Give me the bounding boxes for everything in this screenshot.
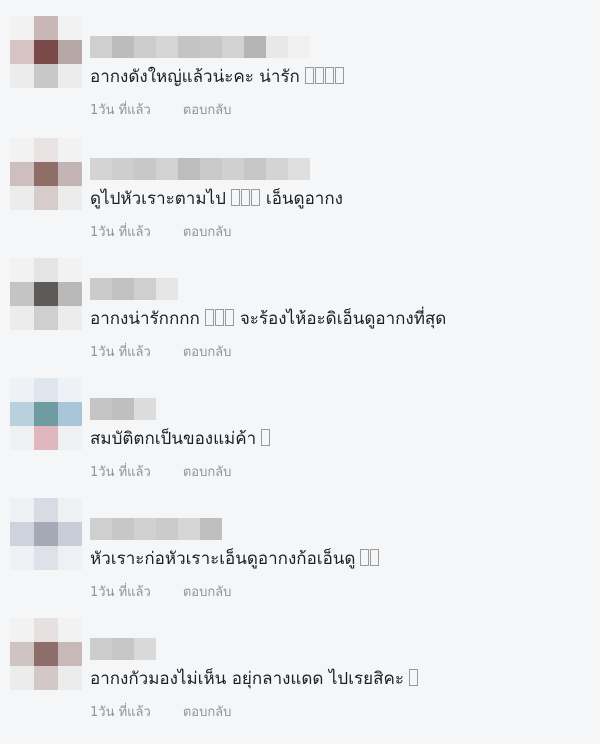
comment-text-body: อากงน่ารักกกก [90,309,200,329]
missing-emoji-glyphs [304,67,344,87]
comment-text: หัวเราะก่อหัวเราะเอ็นดูอากงก้อเอ็นดู [90,547,380,571]
emoji-placeholder-icon [250,189,260,206]
avatar[interactable] [10,16,82,88]
comment-feed: อากงดังใหญ่แล้วน่ะคะ น่ารัก 1วัน ที่แล้วต… [0,0,600,744]
emoji-placeholder-icon [214,309,224,326]
comment-text: ดูไปหัวเราะตามไป เอ็นดูอากง [90,187,343,211]
emoji-placeholder-icon [334,67,344,84]
comment-text-body: หัวเราะก่อหัวเราะเอ็นดูอากงก้อเอ็นดู [90,549,356,569]
comment-text-body: สมบัติตกเป็นของแม่ค้า [90,429,257,449]
missing-emoji-glyphs [230,189,260,209]
reply-link[interactable]: ตอบกลับ [183,344,232,362]
comment-text-body: ดูไปหัวเราะตามไป [90,189,226,209]
comment-meta: 1วัน ที่แล้ว ตอบกลับ [90,584,231,602]
emoji-placeholder-icon [230,189,240,206]
comment-timestamp[interactable]: 1วัน ที่แล้ว [90,102,151,120]
comment-item: อากงดังใหญ่แล้วน่ะคะ น่ารัก 1วัน ที่แล้ว ต… [0,16,600,138]
comment-text: สมบัติตกเป็นของแม่ค้า [90,427,271,451]
comment-meta: 1วัน ที่แล้ว ตอบกลับ [90,102,231,120]
comment-meta: 1วัน ที่แล้ว ตอบกลับ [90,344,231,362]
comment-timestamp[interactable]: 1วัน ที่แล้ว [90,224,151,242]
comment-item: หัวเราะก่อหัวเราะเอ็นดูอากงก้อเอ็นดู 1วัน… [0,498,600,620]
comment-timestamp[interactable]: 1วัน ที่แล้ว [90,584,151,602]
commenter-name-blurred[interactable] [90,278,178,300]
emoji-placeholder-icon [261,429,271,446]
emoji-placeholder-icon [304,67,314,84]
emoji-placeholder-icon [314,67,324,84]
comment-text-body: อากงกัวมองไม่เห็น อยุ่กลางแดด ไปเรยสิคะ [90,669,404,689]
reply-link[interactable]: ตอบกลับ [183,224,232,242]
comment-timestamp[interactable]: 1วัน ที่แล้ว [90,704,151,722]
comment-timestamp[interactable]: 1วัน ที่แล้ว [90,344,151,362]
commenter-name-blurred[interactable] [90,36,310,58]
emoji-placeholder-icon [370,549,380,566]
comment-item: ดูไปหัวเราะตามไป เอ็นดูอากง 1วัน ที่แล้ว ตอ… [0,138,600,260]
comment-text: อากงกัวมองไม่เห็น อยุ่กลางแดด ไปเรยสิคะ [90,667,418,691]
comment-item: อากงกัวมองไม่เห็น อยุ่กลางแดด ไปเรยสิคะ 1… [0,618,600,740]
commenter-name-blurred[interactable] [90,158,310,180]
comment-text-continued: จะร้องไห้อะดิเอ็นดูอากงที่สุด [239,309,447,329]
missing-emoji-glyphs [359,549,380,569]
reply-link[interactable]: ตอบกลับ [183,704,232,722]
comment-text-body: อากงดังใหญ่แล้วน่ะคะ น่ารัก [90,67,300,87]
emoji-placeholder-icon [224,309,234,326]
avatar[interactable] [10,618,82,690]
missing-emoji-glyphs [204,309,234,329]
reply-link[interactable]: ตอบกลับ [183,464,232,482]
comment-timestamp[interactable]: 1วัน ที่แล้ว [90,464,151,482]
commenter-name-blurred[interactable] [90,638,156,660]
comment-text: อากงดังใหญ่แล้วน่ะคะ น่ารัก [90,65,344,89]
emoji-placeholder-icon [360,549,370,566]
emoji-placeholder-icon [240,189,250,206]
commenter-name-blurred[interactable] [90,518,222,540]
commenter-name-blurred[interactable] [90,398,156,420]
avatar[interactable] [10,258,82,330]
emoji-placeholder-icon [409,669,418,686]
missing-emoji-glyphs [260,429,271,449]
comment-item: สมบัติตกเป็นของแม่ค้า 1วัน ที่แล้ว ตอบกลับ [0,378,600,500]
comment-text-continued: เอ็นดูอากง [265,189,343,209]
comment-meta: 1วัน ที่แล้ว ตอบกลับ [90,464,231,482]
emoji-placeholder-icon [324,67,334,84]
emoji-placeholder-icon [204,309,214,326]
comment-meta: 1วัน ที่แล้ว ตอบกลับ [90,224,231,242]
reply-link[interactable]: ตอบกลับ [183,102,232,120]
comment-text: อากงน่ารักกกก จะร้องไห้อะดิเอ็นดูอากงที่ส… [90,307,446,331]
missing-emoji-glyphs [408,669,418,689]
avatar[interactable] [10,498,82,570]
comment-meta: 1วัน ที่แล้ว ตอบกลับ [90,704,231,722]
reply-link[interactable]: ตอบกลับ [183,584,232,602]
comment-item: อากงน่ารักกกก จะร้องไห้อะดิเอ็นดูอากงที่ส… [0,258,600,380]
avatar[interactable] [10,138,82,210]
avatar[interactable] [10,378,82,450]
